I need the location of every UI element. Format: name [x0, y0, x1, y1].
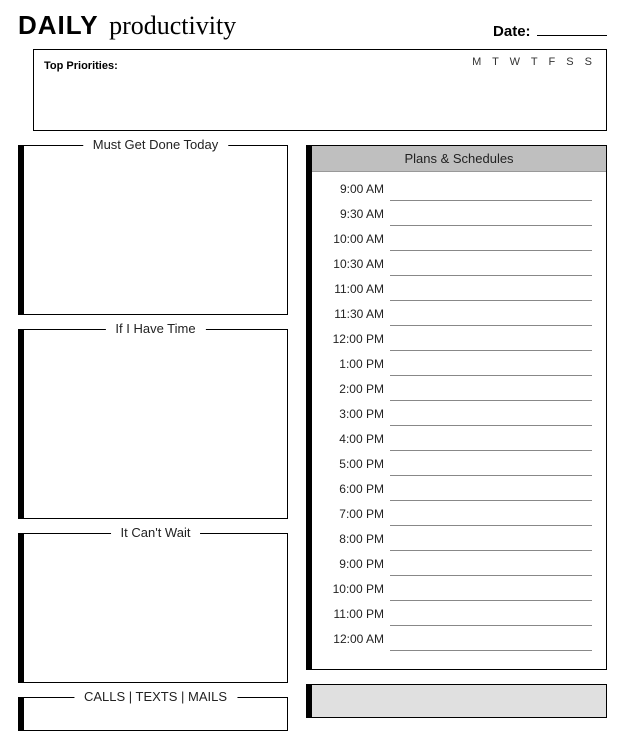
- slot-line[interactable]: [390, 525, 592, 526]
- if-i-have-time-box[interactable]: If I Have Time: [18, 329, 288, 519]
- slot-line[interactable]: [390, 400, 592, 401]
- schedule-slot[interactable]: 11:00 AM: [326, 282, 592, 307]
- slot-time: 7:00 PM: [326, 507, 390, 521]
- slot-line[interactable]: [390, 425, 592, 426]
- schedule-slot[interactable]: 4:00 PM: [326, 432, 592, 457]
- schedule-slot[interactable]: 10:00 PM: [326, 582, 592, 607]
- if-i-have-time-title: If I Have Time: [105, 321, 205, 336]
- schedule-slot[interactable]: 5:00 PM: [326, 457, 592, 482]
- slot-time: 11:00 AM: [326, 282, 390, 296]
- schedule-slot[interactable]: 12:00 PM: [326, 332, 592, 357]
- date-field[interactable]: Date:: [493, 23, 607, 41]
- slot-line[interactable]: [390, 250, 592, 251]
- date-line[interactable]: [537, 35, 607, 36]
- schedule-slot[interactable]: 10:30 AM: [326, 257, 592, 282]
- schedule-slot[interactable]: 9:00 AM: [326, 182, 592, 207]
- it-cant-wait-box[interactable]: It Can't Wait: [18, 533, 288, 683]
- slot-time: 10:00 PM: [326, 582, 390, 596]
- it-cant-wait-title: It Can't Wait: [111, 525, 201, 540]
- schedule-slot[interactable]: 10:00 AM: [326, 232, 592, 257]
- slot-line[interactable]: [390, 275, 592, 276]
- slot-line[interactable]: [390, 475, 592, 476]
- main-columns: Must Get Done Today If I Have Time It Ca…: [18, 145, 607, 745]
- slot-line[interactable]: [390, 300, 592, 301]
- notes-box[interactable]: [306, 684, 607, 718]
- slot-time: 4:00 PM: [326, 432, 390, 446]
- must-get-done-box[interactable]: Must Get Done Today: [18, 145, 288, 315]
- top-priorities-box[interactable]: Top Priorities: M T W T F S S: [33, 49, 607, 131]
- slot-time: 9:00 AM: [326, 182, 390, 196]
- schedule-slot[interactable]: 9:30 AM: [326, 207, 592, 232]
- slot-line[interactable]: [390, 575, 592, 576]
- slot-time: 8:00 PM: [326, 532, 390, 546]
- title-script: productivity: [109, 11, 236, 40]
- left-column: Must Get Done Today If I Have Time It Ca…: [18, 145, 288, 745]
- slot-time: 6:00 PM: [326, 482, 390, 496]
- slot-line[interactable]: [390, 600, 592, 601]
- schedule-slot[interactable]: 2:00 PM: [326, 382, 592, 407]
- slot-time: 12:00 AM: [326, 632, 390, 646]
- weekday-selector[interactable]: M T W T F S S: [472, 56, 596, 68]
- slot-time: 9:30 AM: [326, 207, 390, 221]
- slot-time: 10:00 AM: [326, 232, 390, 246]
- schedule-slot[interactable]: 6:00 PM: [326, 482, 592, 507]
- schedule-list: 9:00 AM 9:30 AM 10:00 AM 10:30 AM 11:00 AM 11…: [312, 172, 606, 669]
- slot-line[interactable]: [390, 225, 592, 226]
- slot-line[interactable]: [390, 550, 592, 551]
- header: DAILY productivity Date:: [18, 10, 607, 41]
- slot-line[interactable]: [390, 325, 592, 326]
- date-label: Date:: [493, 23, 531, 40]
- plans-schedules-box: Plans & Schedules 9:00 AM 9:30 AM 10:00 AM…: [306, 145, 607, 670]
- slot-line[interactable]: [390, 450, 592, 451]
- slot-time: 11:30 AM: [326, 307, 390, 321]
- slot-time: 1:00 PM: [326, 357, 390, 371]
- slot-line[interactable]: [390, 500, 592, 501]
- slot-time: 2:00 PM: [326, 382, 390, 396]
- schedule-slot[interactable]: 3:00 PM: [326, 407, 592, 432]
- title-bold: DAILY: [18, 10, 99, 40]
- must-get-done-title: Must Get Done Today: [83, 137, 229, 152]
- top-priorities-label: Top Priorities:: [44, 60, 118, 72]
- page-title: DAILY productivity: [18, 10, 236, 41]
- slot-line[interactable]: [390, 200, 592, 201]
- slot-line[interactable]: [390, 625, 592, 626]
- slot-time: 3:00 PM: [326, 407, 390, 421]
- slot-time: 12:00 PM: [326, 332, 390, 346]
- slot-line[interactable]: [390, 350, 592, 351]
- slot-time: 10:30 AM: [326, 257, 390, 271]
- schedule-slot[interactable]: 1:00 PM: [326, 357, 592, 382]
- slot-line[interactable]: [390, 375, 592, 376]
- schedule-slot[interactable]: 7:00 PM: [326, 507, 592, 532]
- calls-texts-mails-title: CALLS | TEXTS | MAILS: [74, 689, 237, 704]
- slot-time: 11:00 PM: [326, 607, 390, 621]
- slot-line[interactable]: [390, 650, 592, 651]
- schedule-slot[interactable]: 8:00 PM: [326, 532, 592, 557]
- calls-texts-mails-box[interactable]: CALLS | TEXTS | MAILS: [18, 697, 288, 731]
- schedule-slot[interactable]: 11:30 AM: [326, 307, 592, 332]
- slot-time: 9:00 PM: [326, 557, 390, 571]
- schedule-slot[interactable]: 12:00 AM: [326, 632, 592, 657]
- right-column: Plans & Schedules 9:00 AM 9:30 AM 10:00 AM…: [306, 145, 607, 745]
- slot-time: 5:00 PM: [326, 457, 390, 471]
- schedule-slot[interactable]: 9:00 PM: [326, 557, 592, 582]
- schedule-slot[interactable]: 11:00 PM: [326, 607, 592, 632]
- plans-schedules-header: Plans & Schedules: [312, 146, 606, 172]
